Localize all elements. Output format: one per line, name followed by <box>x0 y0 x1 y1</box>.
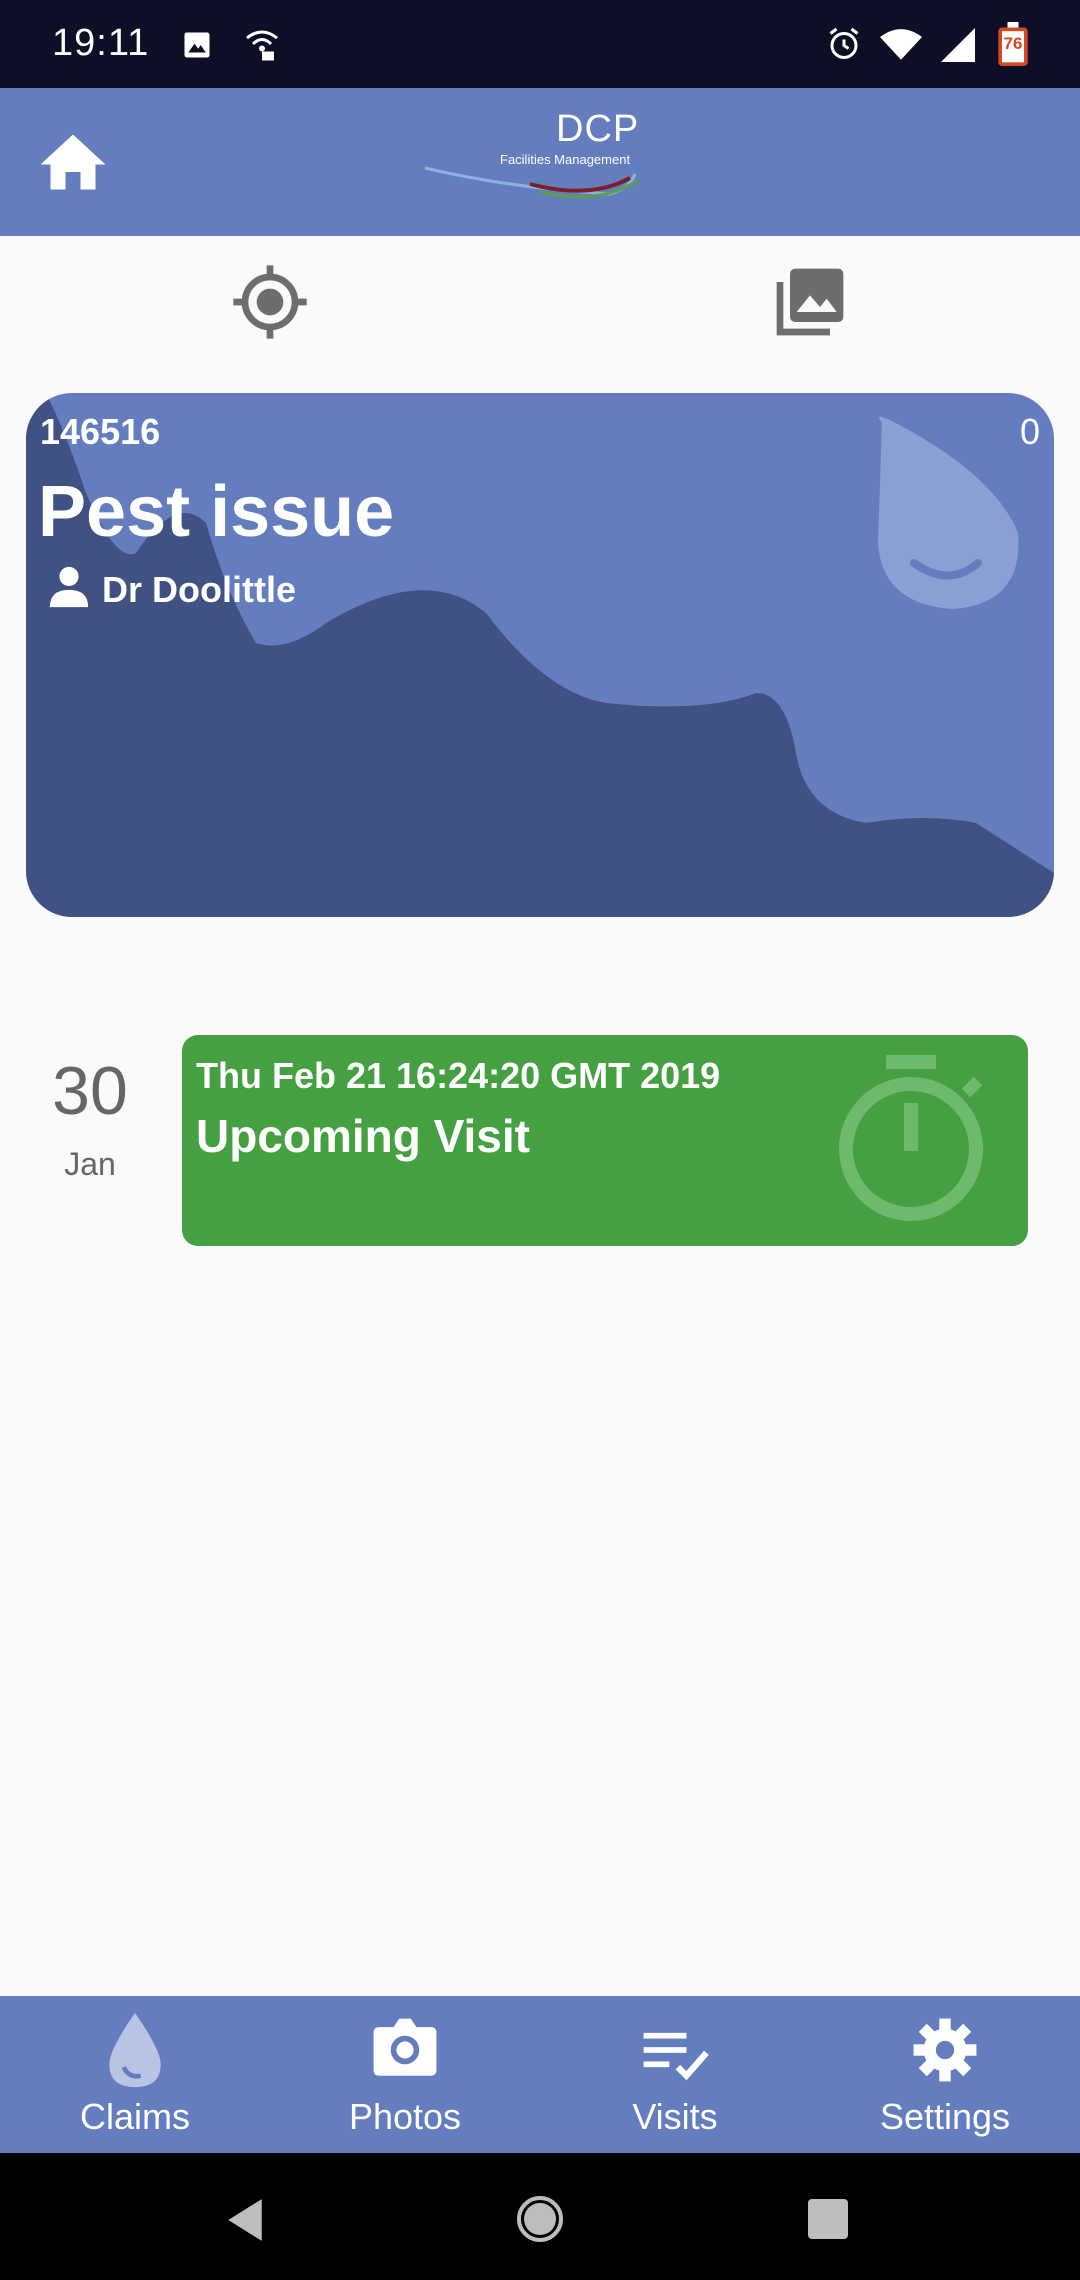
image-icon <box>184 32 210 58</box>
claim-card[interactable]: 146516 0 Pest issue Dr Doolittle <box>26 393 1054 917</box>
visit-day: 30 <box>52 1053 128 1129</box>
nav-label: Visits <box>632 2096 718 2137</box>
nav-item-photos[interactable]: Photos <box>270 1996 540 2153</box>
claim-person-name: Dr Doolittle <box>102 569 296 610</box>
bottom-nav: Claims Photos Visits Settings <box>0 1996 1080 2153</box>
home-icon[interactable] <box>38 132 108 192</box>
gear-icon <box>913 2018 977 2082</box>
checklist-icon <box>643 2032 709 2081</box>
wifi-calling-icon <box>246 30 278 61</box>
battery-level: 76 <box>1003 34 1023 53</box>
app-logo: DCP Facilities Management <box>420 108 650 218</box>
logo-swoosh-icon <box>424 166 639 199</box>
status-time: 19:11 <box>52 22 150 64</box>
signal-icon <box>941 28 975 62</box>
water-drop-icon <box>109 2012 161 2088</box>
person-icon <box>49 566 89 608</box>
nav-item-claims[interactable]: Claims <box>0 1996 270 2153</box>
home-nav-icon[interactable] <box>516 2195 564 2243</box>
system-nav-bar <box>0 2153 1080 2280</box>
gps-target-icon[interactable] <box>230 262 310 342</box>
app-bar: DCP Facilities Management <box>0 88 1080 236</box>
nav-label: Claims <box>79 2096 190 2137</box>
visit-month: Jan <box>64 1146 116 1182</box>
timer-icon <box>839 1055 983 1221</box>
alarm-icon <box>829 27 859 59</box>
visit-date: Thu Feb 21 16:24:20 GMT 2019 <box>196 1055 721 1096</box>
photo-library-icon[interactable] <box>770 262 850 342</box>
claim-title: Pest issue <box>38 472 395 552</box>
nav-item-settings[interactable]: Settings <box>810 1996 1080 2153</box>
status-bar: 19:11 76 <box>0 0 1080 88</box>
wifi-icon <box>880 29 922 60</box>
back-icon[interactable] <box>224 2197 266 2243</box>
visit-card[interactable]: Thu Feb 21 16:24:20 GMT 2019 Upcoming Vi… <box>182 1035 1028 1246</box>
logo-title: DCP <box>556 108 640 150</box>
nav-label: Settings <box>879 2096 1011 2137</box>
recents-icon[interactable] <box>808 2199 848 2239</box>
nav-label: Photos <box>348 2096 462 2137</box>
camera-icon <box>373 2018 437 2076</box>
claim-id: 146516 <box>40 411 161 452</box>
water-drop-icon <box>878 416 1019 609</box>
nav-item-visits[interactable]: Visits <box>540 1996 810 2153</box>
visit-title: Upcoming Visit <box>196 1110 530 1162</box>
